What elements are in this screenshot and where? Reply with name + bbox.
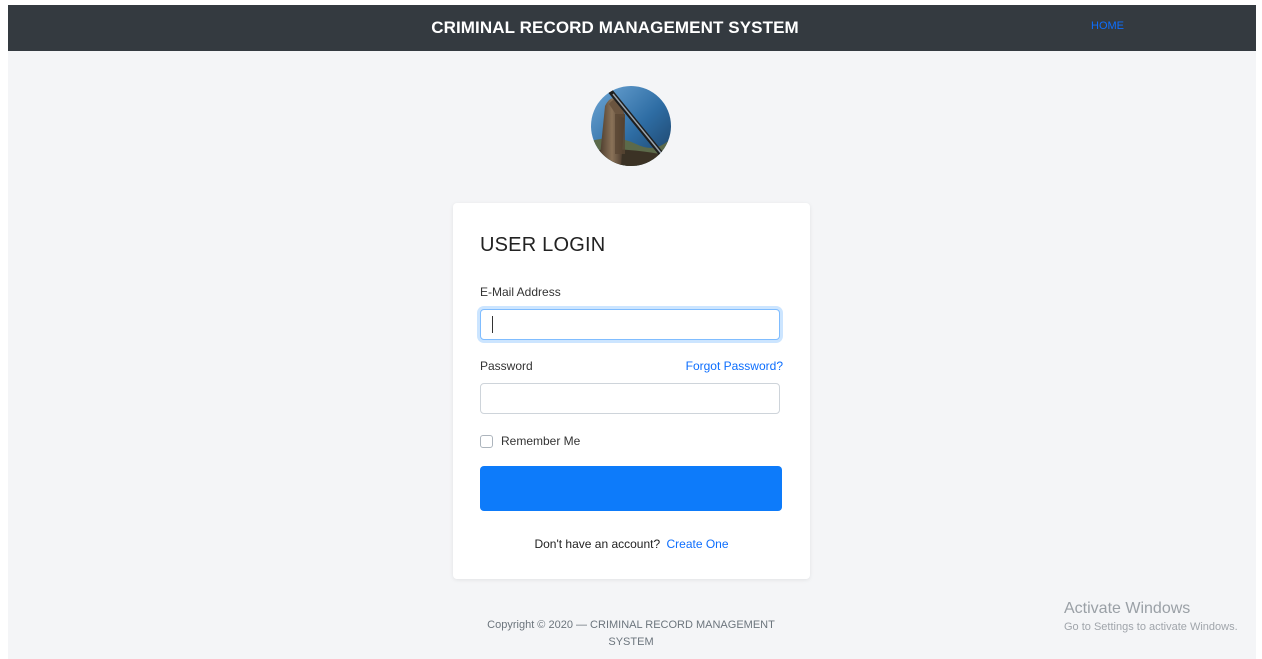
password-label: Password [480, 359, 533, 373]
login-title: USER LOGIN [480, 234, 606, 256]
login-button[interactable] [480, 466, 782, 511]
copyright-line-1: Copyright © 2020 — CRIMINAL RECORD MANAG… [487, 619, 775, 631]
page-background: CRIMINAL RECORD MANAGEMENT SYSTEM HOME U… [8, 5, 1256, 659]
copyright-line-2: SYSTEM [608, 636, 654, 648]
forgot-password-link[interactable]: Forgot Password? [686, 359, 783, 373]
footer-copyright: Copyright © 2020 — CRIMINAL RECORD MANAG… [463, 617, 799, 651]
remember-me-checkbox[interactable] [480, 434, 493, 448]
email-field[interactable] [480, 309, 780, 340]
logo-avatar [591, 86, 671, 166]
signup-prompt-text: Don't have an account? [534, 537, 661, 551]
top-navbar: CRIMINAL RECORD MANAGEMENT SYSTEM HOME [8, 5, 1256, 51]
justice-statue-logo-icon [591, 86, 671, 166]
text-caret [492, 316, 493, 333]
nav-home-link[interactable]: HOME [1091, 20, 1124, 32]
remember-me-row[interactable]: Remember Me [480, 433, 580, 449]
create-account-link[interactable]: Create One [667, 537, 729, 551]
remember-me-label: Remember Me [501, 434, 581, 448]
watermark-title: Activate Windows [1064, 600, 1191, 617]
signup-prompt: Don't have an account? Create One [453, 537, 810, 551]
email-label: E-Mail Address [480, 285, 561, 299]
watermark-subtitle: Go to Settings to activate Windows. [1064, 621, 1238, 633]
password-field[interactable] [480, 383, 780, 414]
login-card: USER LOGIN E-Mail Address Password Forgo… [453, 203, 810, 579]
activate-windows-watermark: Activate Windows Go to Settings to activ… [1064, 600, 1262, 633]
app-title: CRIMINAL RECORD MANAGEMENT SYSTEM [431, 18, 799, 37]
